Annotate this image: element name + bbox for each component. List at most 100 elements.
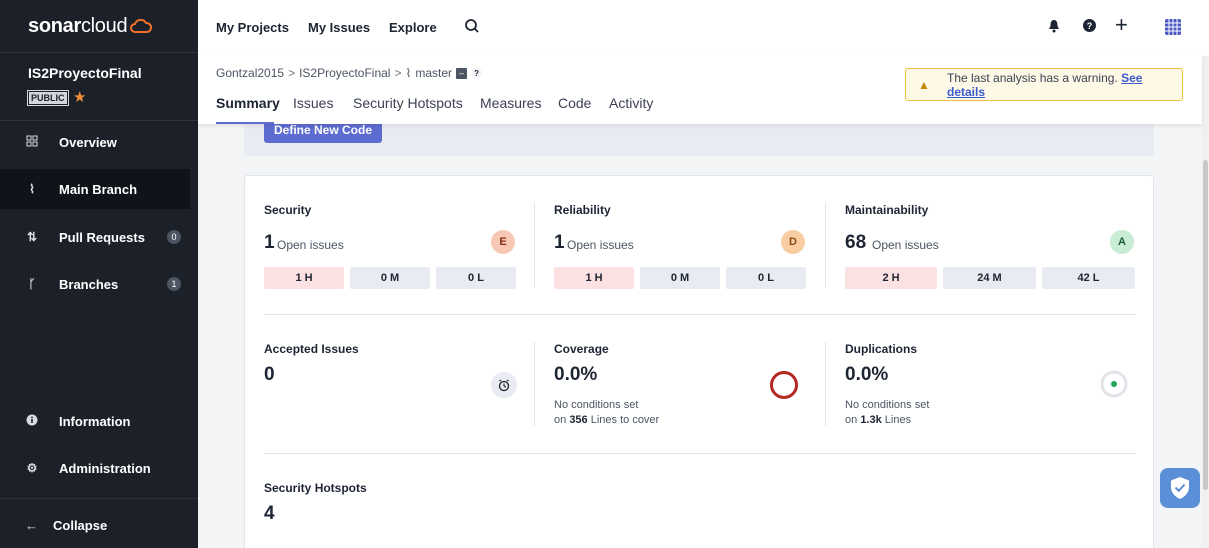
row-divider — [264, 453, 1136, 454]
nav-my-projects[interactable]: My Projects — [216, 20, 289, 35]
column-divider — [534, 342, 535, 426]
duplications-indicator-icon — [1100, 370, 1128, 401]
reliability-open-label: Open issues — [567, 238, 634, 252]
duplications-lines-prefix: on — [845, 414, 858, 426]
sidebar-divider — [0, 52, 198, 53]
duplications-lines-label: Lines — [884, 414, 912, 426]
coverage-lines-count[interactable]: 356 — [569, 414, 587, 426]
count-badge: 1 — [167, 277, 181, 291]
column-divider — [534, 203, 535, 287]
breadcrumb-separator: > — [288, 66, 296, 80]
coverage-title[interactable]: Coverage — [554, 342, 609, 356]
pull-request-icon: ⇅ — [26, 230, 38, 244]
svg-text:?: ? — [1087, 21, 1093, 31]
sidebar-item-information[interactable]: Information — [0, 401, 190, 441]
sidebar-divider — [0, 498, 198, 499]
sidebar-item-branches[interactable]: ᚴ Branches 1 — [0, 264, 190, 304]
active-tab-indicator — [216, 122, 274, 124]
branch-icon: ⌇ — [29, 182, 35, 196]
visibility-badge: PUBLIC — [27, 90, 69, 106]
sidebar-item-label: Administration — [59, 460, 151, 476]
branches-icon: ᚴ — [28, 277, 36, 291]
tab-security-hotspots[interactable]: Security Hotspots — [353, 95, 463, 111]
tab-issues[interactable]: Issues — [293, 95, 333, 111]
reliability-grade-badge[interactable]: D — [781, 230, 805, 254]
tab-code[interactable]: Code — [558, 95, 591, 111]
overview-grid-icon — [25, 135, 39, 150]
scrollbar-thumb[interactable] — [1203, 160, 1208, 490]
accepted-issues-value[interactable]: 0 — [264, 364, 275, 386]
reliability-high-filter[interactable]: 1 H — [554, 267, 634, 289]
accepted-issues-title[interactable]: Accepted Issues — [264, 342, 359, 356]
nav-explore[interactable]: Explore — [389, 20, 437, 35]
tab-activity[interactable]: Activity — [609, 95, 653, 111]
collapse-label: Collapse — [53, 517, 108, 533]
project-name[interactable]: IS2ProyectoFinal — [28, 65, 142, 81]
sidebar-item-pull-requests[interactable]: ⇅ Pull Requests 0 — [0, 217, 190, 257]
favorite-star-icon[interactable]: ★ — [73, 88, 86, 106]
maintainability-high-filter[interactable]: 2 H — [845, 267, 937, 289]
coverage-value[interactable]: 0.0% — [554, 364, 597, 386]
branch-icon: ⌇ — [405, 66, 412, 80]
security-high-filter[interactable]: 1 H — [264, 267, 344, 289]
security-hotspots-title[interactable]: Security Hotspots — [264, 481, 367, 495]
notifications-bell-icon[interactable] — [1048, 18, 1060, 37]
sidebar-divider — [0, 120, 198, 121]
duplications-value[interactable]: 0.0% — [845, 364, 888, 386]
maintainability-medium-filter[interactable]: 24 M — [943, 267, 1036, 289]
sidebar-item-administration[interactable]: ⚙ Administration — [0, 448, 190, 488]
security-shield-button[interactable] — [1160, 468, 1200, 508]
breadcrumb-branch[interactable]: master — [415, 66, 452, 80]
reliability-title[interactable]: Reliability — [554, 203, 611, 217]
reliability-medium-filter[interactable]: 0 M — [640, 267, 720, 289]
security-title[interactable]: Security — [264, 203, 311, 217]
analysis-warning-banner: ▲ The last analysis has a warning. See d… — [905, 68, 1183, 101]
cloud-logo-icon — [130, 17, 153, 41]
sidebar-item-label: Main Branch — [59, 181, 138, 197]
security-medium-filter[interactable]: 0 M — [350, 267, 430, 289]
gear-icon: ⚙ — [26, 461, 38, 475]
nav-my-issues[interactable]: My Issues — [308, 20, 370, 35]
apps-grid-icon[interactable] — [1164, 18, 1182, 39]
security-value[interactable]: 1 — [264, 232, 275, 254]
coverage-lines-prefix: on — [554, 414, 567, 426]
tab-summary[interactable]: Summary — [216, 95, 280, 111]
collapse-button[interactable]: ← Collapse — [0, 510, 198, 540]
duplications-conditions-text: No conditions set — [845, 399, 930, 411]
alarm-clock-icon — [491, 372, 517, 401]
tab-measures[interactable]: Measures — [480, 95, 541, 111]
security-grade-badge[interactable]: E — [491, 230, 515, 254]
security-open-label: Open issues — [277, 238, 344, 252]
search-icon[interactable] — [464, 18, 480, 37]
sidebar-item-label: Overview — [59, 134, 117, 150]
coverage-description: No conditions set on 356 Lines to cover — [554, 398, 659, 428]
security-hotspots-value[interactable]: 4 — [264, 503, 275, 525]
reliability-value[interactable]: 1 — [554, 232, 565, 254]
branch-help-icon[interactable]: ? — [471, 67, 483, 79]
coverage-lines-label: Lines to cover — [590, 414, 660, 426]
duplications-lines-count[interactable]: 1.3k — [860, 414, 881, 426]
plus-icon[interactable]: + — [1115, 14, 1128, 36]
help-icon[interactable]: ? — [1082, 18, 1097, 36]
maintainability-low-filter[interactable]: 42 L — [1042, 267, 1135, 289]
security-low-filter[interactable]: 0 L — [436, 267, 516, 289]
sidebar-item-overview[interactable]: Overview — [0, 122, 190, 162]
branch-menu-icon[interactable]: – — [456, 67, 468, 79]
maintainability-grade-badge[interactable]: A — [1110, 230, 1134, 254]
info-icon — [25, 414, 39, 429]
reliability-low-filter[interactable]: 0 L — [726, 267, 806, 289]
coverage-ring-icon — [769, 370, 799, 403]
sidebar-item-label: Branches — [59, 276, 119, 292]
sidebar: sonarcloud IS2ProyectoFinal PUBLIC ★ Ove… — [0, 0, 198, 548]
project-header: Gontzal2015 > IS2ProyectoFinal > ⌇ maste… — [198, 56, 1202, 124]
overall-code-card — [244, 175, 1154, 548]
maintainability-open-label: Open issues — [872, 238, 939, 252]
sonarcloud-logo[interactable]: sonarcloud — [28, 15, 153, 41]
maintainability-value[interactable]: 68 — [845, 232, 866, 254]
maintainability-title[interactable]: Maintainability — [845, 203, 928, 217]
breadcrumb-org[interactable]: Gontzal2015 — [216, 66, 284, 80]
breadcrumb-project[interactable]: IS2ProyectoFinal — [299, 66, 390, 80]
column-divider — [825, 203, 826, 287]
duplications-title[interactable]: Duplications — [845, 342, 917, 356]
sidebar-item-main-branch[interactable]: ⌇ Main Branch — [0, 169, 190, 209]
